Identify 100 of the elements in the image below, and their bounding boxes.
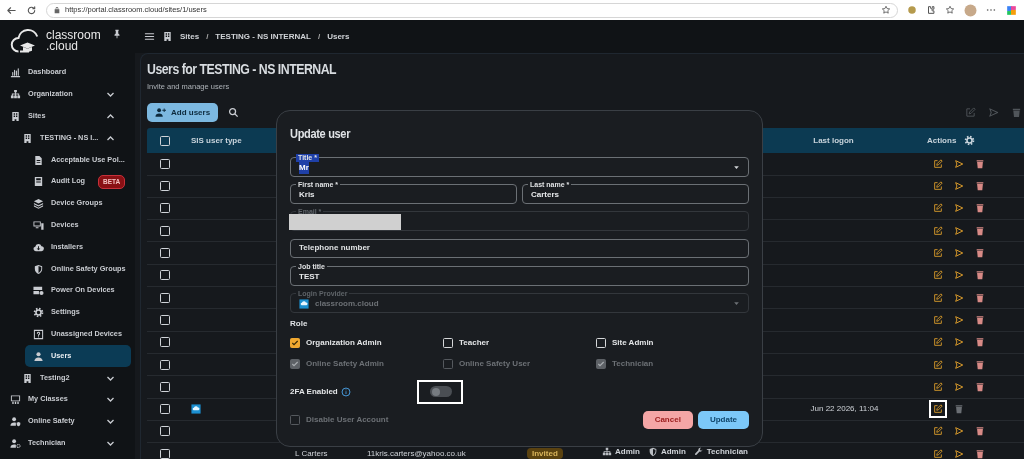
cloud-badge-icon xyxy=(191,404,201,415)
checkbox-label: Organization Admin xyxy=(306,336,382,349)
trash-icon[interactable] xyxy=(975,203,985,214)
add-users-button[interactable]: Add users xyxy=(147,103,219,123)
row-checkbox[interactable] xyxy=(160,225,170,236)
trash-icon[interactable] xyxy=(975,270,985,281)
trash-icon[interactable] xyxy=(975,314,985,325)
shield-icon xyxy=(647,447,658,458)
building-icon xyxy=(22,132,33,144)
menu-icon[interactable] xyxy=(144,31,155,42)
send-icon[interactable] xyxy=(954,248,964,259)
send-icon[interactable] xyxy=(954,203,964,214)
chevron-down-icon[interactable] xyxy=(106,395,115,405)
edit-icon[interactable] xyxy=(933,314,943,325)
breadcrumb-link[interactable]: Users xyxy=(327,30,350,43)
edit-icon[interactable] xyxy=(933,448,943,459)
row-checkbox[interactable] xyxy=(160,181,170,192)
row-checkbox[interactable] xyxy=(160,381,170,392)
chevron-up-icon[interactable] xyxy=(106,133,115,143)
settings-icon[interactable] xyxy=(964,135,976,147)
text-input[interactable]: Kris xyxy=(299,188,508,201)
trash-icon[interactable] xyxy=(975,158,985,169)
chevron-down-icon[interactable] xyxy=(106,417,115,427)
send-icon[interactable] xyxy=(954,426,964,437)
checkbox[interactable] xyxy=(443,337,453,348)
cancel-button[interactable]: Cancel xyxy=(642,410,693,429)
trash-icon[interactable] xyxy=(975,248,985,259)
edit-icon[interactable] xyxy=(933,404,943,415)
breadcrumb-link[interactable]: Sites xyxy=(180,30,200,43)
trash-icon[interactable] xyxy=(975,448,985,459)
search-icon[interactable] xyxy=(228,107,240,119)
org-chart-icon xyxy=(602,447,612,458)
breadcrumb-link[interactable]: TESTING - NS INTERNAL xyxy=(215,30,311,43)
primary-button[interactable]: Update xyxy=(697,410,749,429)
edit-icon[interactable] xyxy=(933,181,943,192)
edit-icon[interactable] xyxy=(933,158,943,169)
cloud-badge-icon xyxy=(299,298,309,309)
user-email: 11kris.carters@yahoo.co.uk xyxy=(367,448,466,458)
send-icon[interactable] xyxy=(954,181,964,192)
row-checkbox[interactable] xyxy=(160,292,170,303)
edit-icon[interactable] xyxy=(933,337,943,348)
edit-icon[interactable] xyxy=(933,359,943,370)
trash-icon[interactable] xyxy=(975,359,985,370)
star-icon[interactable] xyxy=(881,5,891,15)
trash-icon[interactable] xyxy=(954,404,964,415)
send-icon[interactable] xyxy=(954,270,964,281)
edit-icon[interactable] xyxy=(933,270,943,281)
send-icon[interactable] xyxy=(954,337,964,348)
reload-icon[interactable] xyxy=(26,4,37,16)
edit-icon[interactable] xyxy=(933,292,943,303)
text-input[interactable]: Telephone number xyxy=(299,242,740,254)
layers-icon xyxy=(33,198,44,210)
row-checkbox[interactable] xyxy=(160,404,170,415)
checkbox[interactable] xyxy=(596,337,606,348)
back-arrow-icon[interactable] xyxy=(6,4,17,16)
row-checkbox[interactable] xyxy=(160,337,170,348)
send-icon[interactable] xyxy=(954,292,964,303)
info-icon[interactable] xyxy=(340,386,351,397)
edit-icon[interactable] xyxy=(933,426,943,437)
text-input[interactable]: TEST xyxy=(299,270,740,283)
column-header[interactable]: Last logon xyxy=(762,134,905,147)
telephone-field[interactable]: Telephone number xyxy=(290,238,749,258)
trash-icon[interactable] xyxy=(975,426,985,437)
person-plus-icon xyxy=(155,107,166,119)
edit-icon[interactable] xyxy=(933,381,943,392)
select-all-checkbox[interactable] xyxy=(160,135,170,146)
toggle-switch[interactable] xyxy=(430,386,452,397)
text-input[interactable]: Carters xyxy=(531,188,740,201)
copilot-icon[interactable] xyxy=(1005,3,1018,17)
edit-icon[interactable] xyxy=(933,203,943,214)
row-checkbox[interactable] xyxy=(160,359,170,370)
bar-chart-icon xyxy=(10,67,21,79)
row-checkbox[interactable] xyxy=(160,314,170,325)
favorites-icon[interactable] xyxy=(945,5,955,15)
wrench-icon xyxy=(693,447,704,458)
trash-icon[interactable] xyxy=(975,292,985,303)
row-checkbox[interactable] xyxy=(160,270,170,281)
trash-icon[interactable] xyxy=(975,337,985,348)
send-icon[interactable] xyxy=(954,381,964,392)
role-label: Technician xyxy=(706,446,748,459)
edit-icon[interactable] xyxy=(933,248,943,259)
chevron-up-icon[interactable] xyxy=(106,112,115,121)
trash-icon[interactable] xyxy=(975,225,985,236)
pin-icon[interactable] xyxy=(112,29,122,39)
trash-icon[interactable] xyxy=(975,181,985,192)
trash-icon[interactable] xyxy=(975,381,985,392)
chevron-down-icon[interactable] xyxy=(106,90,115,100)
send-icon[interactable] xyxy=(954,314,964,325)
edit-icon[interactable] xyxy=(933,225,943,236)
row-checkbox[interactable] xyxy=(160,448,170,459)
send-icon[interactable] xyxy=(954,225,964,236)
checkbox[interactable] xyxy=(290,337,300,348)
row-checkbox[interactable] xyxy=(160,158,170,169)
send-icon[interactable] xyxy=(954,359,964,370)
row-checkbox[interactable] xyxy=(160,248,170,259)
send-icon[interactable] xyxy=(954,158,964,169)
building-icon xyxy=(10,111,21,122)
row-checkbox[interactable] xyxy=(160,426,170,437)
row-checkbox[interactable] xyxy=(160,203,170,214)
send-icon[interactable] xyxy=(954,448,964,459)
